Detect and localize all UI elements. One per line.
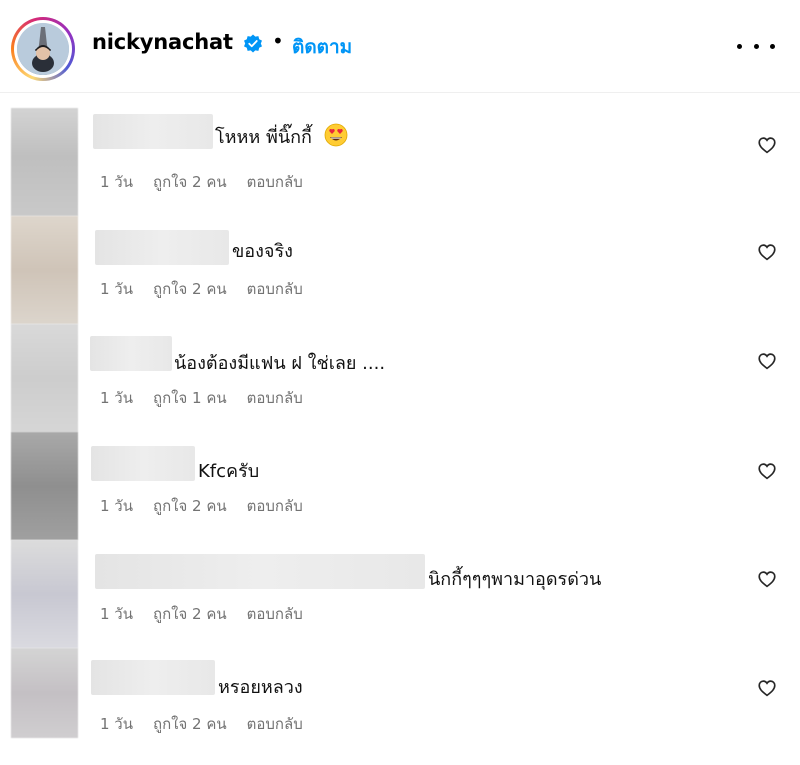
comment-meta: 1 วัน ถูกใจ 1 คน ตอบกลับ (100, 386, 323, 410)
comment-item: หรอยหลวง 1 วัน ถูกใจ 2 คน ตอบกลับ (0, 648, 800, 756)
separator-dot: • (272, 29, 284, 53)
reply-button[interactable]: ตอบกลับ (247, 386, 303, 410)
comment-likes[interactable]: ถูกใจ 2 คน (153, 602, 227, 626)
comment-text: นิกกี้ๆๆๆพามาอุดรด่วน (428, 569, 602, 590)
comment-meta: 1 วัน ถูกใจ 2 คน ตอบกลับ (100, 602, 323, 626)
comment-text: ของจริง (232, 241, 293, 262)
heart-outline-icon[interactable] (757, 679, 777, 697)
commenter-name-blurred[interactable] (95, 554, 425, 589)
reply-button[interactable]: ตอบกลับ (247, 277, 303, 301)
comment-text-content: โหหห พี่นิ๊กกี้ (215, 127, 312, 148)
avatar-border (14, 20, 72, 78)
follow-button[interactable]: ติดตาม (292, 32, 352, 62)
heart-outline-icon[interactable] (757, 243, 777, 261)
comment-item: Kfcครับ 1 วัน ถูกใจ 2 คน ตอบกลับ (0, 432, 800, 540)
eiffel-tower-photo-icon (17, 23, 69, 75)
heart-outline-icon[interactable] (757, 136, 777, 154)
comment-time: 1 วัน (100, 280, 133, 298)
commenter-avatar[interactable] (11, 540, 78, 648)
comment-likes[interactable]: ถูกใจ 1 คน (153, 386, 227, 410)
comment-item: นิกกี้ๆๆๆพามาอุดรด่วน 1 วัน ถูกใจ 2 คน ต… (0, 540, 800, 648)
avatar-photo (17, 23, 69, 75)
comment-meta: 1 วัน ถูกใจ 2 คน ตอบกลับ (100, 277, 323, 301)
verified-badge-icon (244, 34, 262, 53)
more-dot (753, 43, 759, 49)
comment-text: น้องต้องมีแฟน ฝ ใช่เลย .... (174, 353, 386, 374)
commenter-avatar[interactable] (11, 324, 78, 432)
reply-button[interactable]: ตอบกลับ (247, 494, 303, 518)
reply-button[interactable]: ตอบกลับ (247, 170, 303, 194)
commenter-name-blurred[interactable] (95, 230, 229, 265)
reply-button[interactable]: ตอบกลับ (247, 602, 303, 626)
commenter-name-blurred[interactable] (91, 446, 195, 481)
heart-outline-icon[interactable] (757, 462, 777, 480)
comment-likes[interactable]: ถูกใจ 2 คน (153, 494, 227, 518)
comment-text: โหหห พี่นิ๊กกี้ (215, 122, 348, 151)
comment-likes[interactable]: ถูกใจ 2 คน (153, 712, 227, 736)
more-options-icon[interactable] (737, 36, 775, 56)
comment-time: 1 วัน (100, 389, 133, 407)
post-header: nickynachat • ติดตาม (0, 0, 800, 93)
commenter-avatar[interactable] (11, 216, 78, 324)
comment-item: โหหห พี่นิ๊กกี้ 1 วัน ถูกใจ 2 คน ตอบกลับ (0, 108, 800, 216)
comment-meta: 1 วัน ถูกใจ 2 คน ตอบกลับ (100, 712, 323, 736)
comment-likes[interactable]: ถูกใจ 2 คน (153, 277, 227, 301)
heart-outline-icon[interactable] (757, 352, 777, 370)
comment-time: 1 วัน (100, 173, 133, 191)
comment-meta: 1 วัน ถูกใจ 2 คน ตอบกลับ (100, 494, 323, 518)
comment-time: 1 วัน (100, 497, 133, 515)
comment-time: 1 วัน (100, 715, 133, 733)
profile-avatar[interactable] (11, 17, 75, 81)
heart-eyes-emoji (324, 123, 348, 147)
more-dot (737, 43, 742, 49)
heart-outline-icon[interactable] (757, 570, 777, 588)
commenter-avatar[interactable] (11, 648, 78, 738)
comment-likes[interactable]: ถูกใจ 2 คน (153, 170, 227, 194)
commenter-avatar[interactable] (11, 432, 78, 540)
comment-meta: 1 วัน ถูกใจ 2 คน ตอบกลับ (100, 170, 323, 194)
commenter-name-blurred[interactable] (91, 660, 215, 695)
commenter-name-blurred[interactable] (90, 336, 172, 371)
commenter-avatar[interactable] (11, 108, 78, 216)
comment-time: 1 วัน (100, 605, 133, 623)
comment-text: Kfcครับ (198, 461, 260, 482)
comment-text: หรอยหลวง (218, 677, 303, 698)
commenter-name-blurred[interactable] (93, 114, 213, 149)
comment-item: ของจริง 1 วัน ถูกใจ 2 คน ตอบกลับ (0, 216, 800, 324)
comment-item: น้องต้องมีแฟน ฝ ใช่เลย .... 1 วัน ถูกใจ … (0, 324, 800, 432)
username[interactable]: nickynachat (92, 30, 233, 54)
more-dot (770, 43, 775, 49)
reply-button[interactable]: ตอบกลับ (247, 712, 303, 736)
